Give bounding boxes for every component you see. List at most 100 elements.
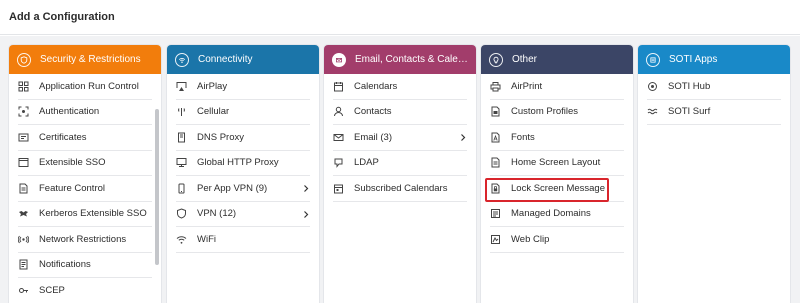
config-item-home-screen-layout[interactable]: Home Screen Layout <box>490 151 624 176</box>
config-item-label: SCEP <box>39 284 65 296</box>
page-header: Add a Configuration <box>0 0 800 35</box>
config-item-label: Per App VPN (9) <box>197 182 268 194</box>
config-item-scep[interactable]: SCEP <box>18 278 152 303</box>
config-item-label: Application Run Control <box>39 80 139 92</box>
mail-icon <box>333 132 344 143</box>
page-title: Add a Configuration <box>9 11 115 23</box>
config-item-custom-profiles[interactable]: Custom Profiles <box>490 100 624 125</box>
web-clip-icon <box>490 234 501 245</box>
config-item-kerberos-extensible-sso[interactable]: Kerberos Extensible SSO <box>18 202 152 227</box>
category-header-email[interactable]: Email, Contacts & Calend… <box>324 45 476 74</box>
category-header-soti-apps[interactable]: SOTI Apps <box>638 45 790 74</box>
ldap-icon <box>333 157 344 169</box>
config-item-label: AirPlay <box>197 80 228 92</box>
configuration-canvas: Security & Restrictions Application Run … <box>0 36 800 303</box>
config-item-vpn[interactable]: VPN (12) <box>176 202 310 227</box>
scan-icon <box>18 106 29 117</box>
chevron-right-icon <box>461 134 466 141</box>
config-item-label: Subscribed Calendars <box>354 182 448 194</box>
config-item-label: Feature Control <box>39 182 106 194</box>
surf-icon <box>647 106 658 117</box>
config-item-ldap[interactable]: LDAP <box>333 151 467 176</box>
highlight-box <box>485 178 609 202</box>
config-item-application-run-control[interactable]: Application Run Control <box>18 74 152 100</box>
config-item-web-clip[interactable]: Web Clip <box>490 227 624 253</box>
column-security-restrictions: Security & Restrictions Application Run … <box>9 45 161 303</box>
config-item-soti-surf[interactable]: SOTI Surf <box>647 100 781 125</box>
config-item-managed-domains[interactable]: Managed Domains <box>490 202 624 227</box>
apps-icon <box>646 52 660 67</box>
config-item-airprint[interactable]: AirPrint <box>490 74 624 100</box>
server-icon <box>176 132 187 143</box>
config-item-soti-hub[interactable]: SOTI Hub <box>647 74 781 100</box>
mail-icon <box>332 52 346 67</box>
config-item-subscribed-calendars[interactable]: Subscribed Calendars <box>333 176 467 202</box>
config-item-label: Extensible SSO <box>39 157 106 169</box>
config-item-cellular[interactable]: Cellular <box>176 100 310 125</box>
wifi-icon <box>175 52 189 67</box>
calendar-subscribe-icon <box>333 183 344 194</box>
config-item-label: Cellular <box>197 106 230 118</box>
shield-icon <box>176 208 187 219</box>
config-item-label: Email (3) <box>354 131 393 143</box>
config-item-per-app-vpn[interactable]: Per App VPN (9) <box>176 176 310 202</box>
config-item-label: DNS Proxy <box>197 131 244 143</box>
config-item-label: AirPrint <box>511 80 543 92</box>
airplay-icon <box>176 81 187 92</box>
network-icon <box>18 234 29 245</box>
column-email-contacts-calendars: Email, Contacts & Calend… Calendars Cont… <box>324 45 476 303</box>
calendar-icon <box>333 81 344 92</box>
category-title: Email, Contacts & Calend… <box>355 54 476 65</box>
notification-icon <box>18 259 29 270</box>
config-item-label: Managed Domains <box>511 208 591 220</box>
column-soti-apps: SOTI Apps SOTI Hub SOTI Surf <box>638 45 790 303</box>
config-item-global-http-proxy[interactable]: Global HTTP Proxy <box>176 151 310 176</box>
config-item-feature-control[interactable]: Feature Control <box>18 176 152 202</box>
category-header-connectivity[interactable]: Connectivity <box>167 45 319 74</box>
config-item-notifications[interactable]: Notifications <box>18 253 152 278</box>
config-item-label: SOTI Hub <box>668 80 711 92</box>
config-item-calendars[interactable]: Calendars <box>333 74 467 100</box>
config-item-label: Calendars <box>354 80 398 92</box>
scrollbar-thumb[interactable] <box>155 109 159 265</box>
category-header-security[interactable]: Security & Restrictions <box>9 45 161 74</box>
category-header-other[interactable]: Other <box>481 45 633 74</box>
person-icon <box>333 106 344 117</box>
config-item-label: Certificates <box>39 131 87 143</box>
config-item-email[interactable]: Email (3) <box>333 125 467 151</box>
lightbulb-icon <box>489 52 503 67</box>
config-item-authentication[interactable]: Authentication <box>18 100 152 125</box>
config-item-label: Authentication <box>39 106 100 118</box>
config-item-label: Contacts <box>354 106 392 118</box>
column-other: Other AirPrint Custom Profiles Fonts Hom… <box>481 45 633 303</box>
font-icon <box>490 132 501 143</box>
hub-icon <box>647 81 658 92</box>
window-icon <box>18 157 29 168</box>
config-item-label: Kerberos Extensible SSO <box>39 208 147 220</box>
config-item-extensible-sso[interactable]: Extensible SSO <box>18 151 152 176</box>
config-item-certificates[interactable]: Certificates <box>18 125 152 151</box>
category-title: Connectivity <box>198 54 253 65</box>
config-item-dns-proxy[interactable]: DNS Proxy <box>176 125 310 151</box>
config-item-fonts[interactable]: Fonts <box>490 125 624 151</box>
config-item-label: Network Restrictions <box>39 233 127 245</box>
chevron-right-icon <box>304 210 309 218</box>
chevron-right-icon <box>304 185 309 192</box>
category-title: SOTI Apps <box>669 54 718 65</box>
config-item-contacts[interactable]: Contacts <box>333 100 467 125</box>
dog-icon <box>18 208 29 219</box>
config-item-airplay[interactable]: AirPlay <box>176 74 310 100</box>
category-title: Other <box>512 54 538 65</box>
domain-icon <box>490 208 501 219</box>
phone-icon <box>176 183 187 194</box>
config-item-network-restrictions[interactable]: Network Restrictions <box>18 227 152 253</box>
home-screen-icon <box>490 157 501 168</box>
wifi-icon <box>176 234 187 245</box>
config-item-label: VPN (12) <box>197 208 237 220</box>
config-item-wifi[interactable]: WiFi <box>176 227 310 253</box>
config-item-label: Custom Profiles <box>511 106 579 118</box>
config-item-label: WiFi <box>197 233 216 245</box>
category-title: Security & Restrictions <box>40 54 141 65</box>
document-icon <box>18 183 29 194</box>
printer-icon <box>490 81 501 92</box>
